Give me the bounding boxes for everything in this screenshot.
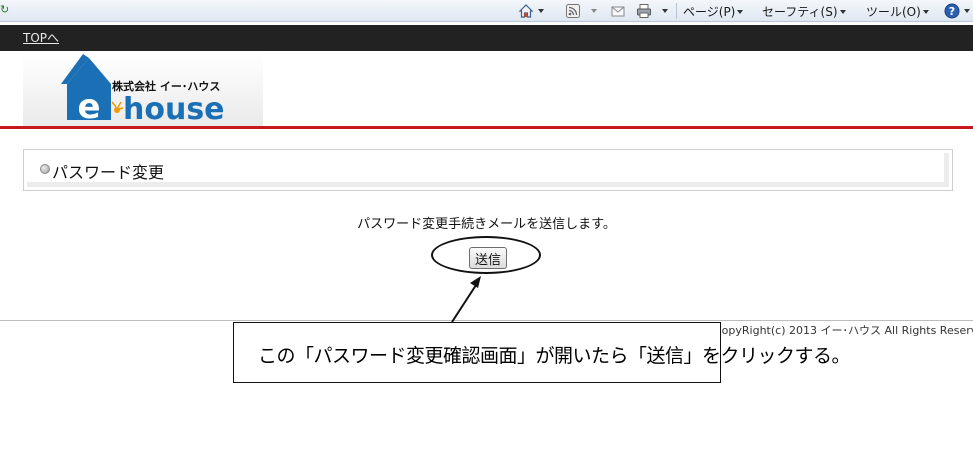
chevron-down-icon[interactable]: [538, 9, 544, 13]
svg-text:?: ?: [949, 5, 955, 18]
chevron-down-icon[interactable]: [964, 9, 970, 13]
company-logo[interactable]: e house 株式会社 イー･ハウス: [23, 54, 263, 127]
toolbar-divider: [676, 3, 677, 19]
header-divider: [0, 126, 973, 129]
read-mail-button[interactable]: [610, 2, 626, 20]
feeds-button[interactable]: [565, 2, 597, 20]
print-icon: [636, 3, 652, 19]
chevron-down-icon: [922, 9, 929, 14]
home-icon: [518, 3, 534, 19]
page-title: パスワード変更: [52, 163, 165, 182]
top-link[interactable]: TOPへ: [23, 29, 59, 46]
page-menu-label: ページ(P): [683, 5, 736, 19]
annotation-callout: この「パスワード変更確認画面」が開いたら「送信」をクリックする。: [233, 322, 851, 383]
confirm-message: パスワード変更手続きメールを送信します。: [357, 217, 616, 232]
page-menu[interactable]: ページ(P): [683, 3, 744, 20]
chevron-down-icon: [839, 9, 846, 14]
rss-feed-icon: [565, 3, 581, 19]
home-button[interactable]: [518, 2, 544, 20]
tools-menu-label: ツール(O): [866, 5, 921, 19]
section-title-inner: [27, 153, 949, 187]
logo-e-letter: e: [77, 87, 100, 126]
mail-icon: [610, 3, 626, 19]
page-status-icon: ↻: [0, 3, 10, 16]
tools-menu[interactable]: ツール(O): [866, 3, 929, 20]
annotation-text: この「パスワード変更確認画面」が開いたら「送信」をクリックする。: [258, 345, 851, 367]
site-nav-bar: TOPへ: [0, 25, 973, 51]
help-button[interactable]: ?: [944, 2, 970, 20]
browser-toolbar: ↻ ページ(P) セーフティ(S) ツール(O) ?: [0, 0, 973, 22]
safety-menu-label: セーフティ(S): [762, 5, 838, 19]
section-title-box: パスワード変更: [23, 149, 953, 191]
ehouse-logo-graphic: e house 株式会社 イー･ハウス: [61, 54, 225, 127]
arrow-head: [470, 276, 481, 288]
safety-menu[interactable]: セーフティ(S): [762, 3, 846, 20]
chevron-down-icon[interactable]: [662, 9, 668, 13]
copyright-text: CopyRight(c) 2013 イー･ハウス All Rights Rese…: [714, 324, 973, 337]
send-button[interactable]: 送信: [469, 247, 507, 269]
chevron-down-icon: [737, 9, 744, 14]
help-icon: ?: [944, 3, 960, 19]
bullet-icon: [40, 164, 50, 174]
footer-divider: [0, 320, 973, 321]
chevron-down-icon[interactable]: [591, 9, 597, 13]
arrow-shaft: [451, 281, 479, 323]
print-button[interactable]: [636, 2, 668, 20]
logo-sparkle: [114, 107, 120, 113]
logo-company-name: 株式会社 イー･ハウス: [112, 79, 220, 93]
logo-house-word: house: [123, 92, 225, 126]
